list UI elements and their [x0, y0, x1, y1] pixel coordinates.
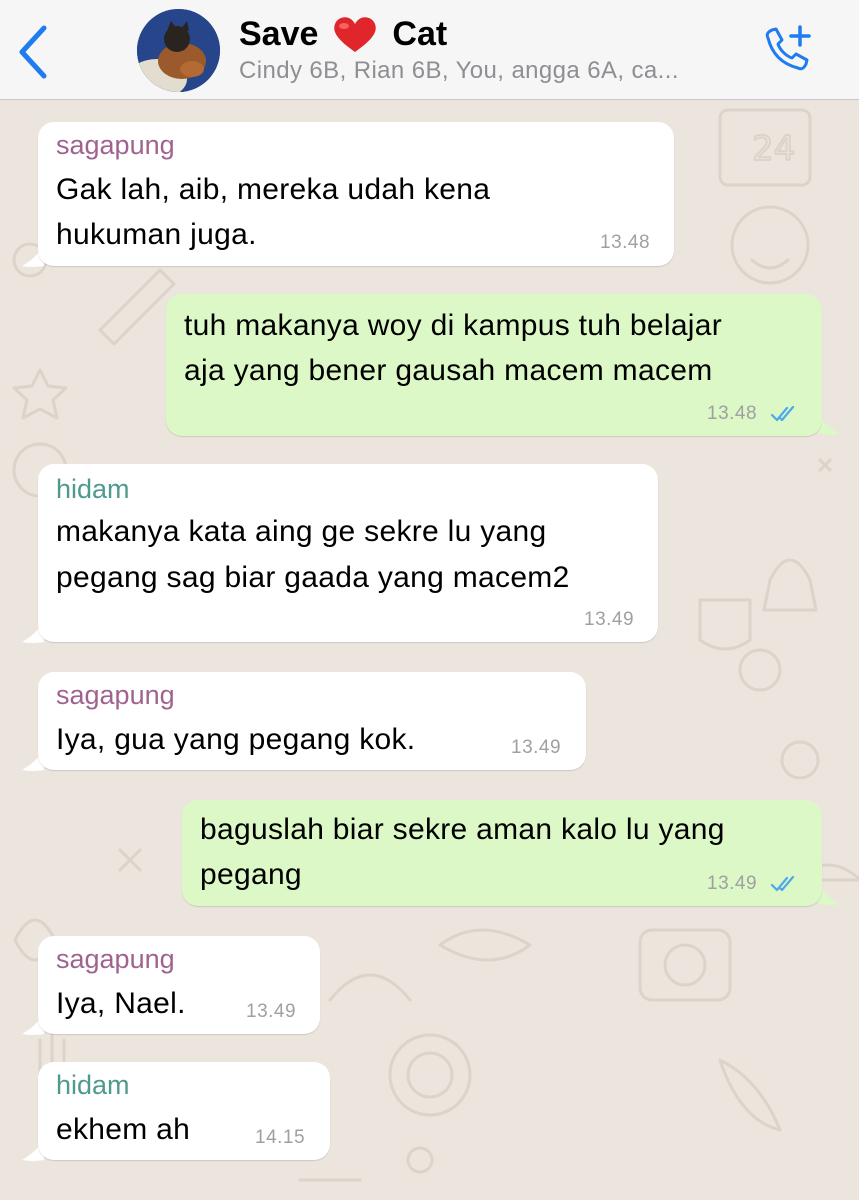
- read-ticks-icon: [770, 875, 795, 892]
- message-line: Iya, gua yang pegang kok.: [56, 723, 416, 756]
- message-time: 14.15: [255, 1127, 306, 1148]
- message-time: 13.48: [707, 403, 758, 424]
- message-bubble[interactable]: baguslah biar sekre aman kalo lu yang pe…: [182, 800, 822, 906]
- message-line: Gak lah, aib, mereka udah kena: [56, 173, 491, 206]
- message-time: 13.49: [707, 873, 758, 894]
- message-line: tuh makanya woy di kampus tuh belajar: [184, 309, 723, 342]
- message-time: 13.49: [584, 609, 635, 630]
- sender-name: hidam: [56, 474, 130, 504]
- message-bubble[interactable]: hidam ekhem ah 14.15: [38, 1062, 330, 1160]
- chat-title-part2: Cat: [392, 14, 448, 53]
- message-line: baguslah biar sekre aman kalo lu yang: [200, 813, 725, 846]
- message-bubble[interactable]: sagapung Gak lah, aib, mereka udah kena …: [38, 122, 674, 266]
- message-line: Iya, Nael.: [56, 987, 186, 1020]
- sender-name: sagapung: [56, 680, 175, 710]
- message-line: ekhem ah: [56, 1113, 191, 1146]
- red-heart-icon: [334, 17, 377, 52]
- message-time: 13.49: [511, 737, 562, 758]
- group-avatar[interactable]: [137, 9, 220, 92]
- message-line: hukuman juga.: [56, 218, 257, 251]
- svg-text:24: 24: [752, 129, 795, 169]
- message-time: 13.48: [600, 232, 651, 253]
- message-bubble[interactable]: hidam makanya kata aing ge sekre lu yang…: [38, 464, 658, 642]
- message-line: aja yang bener gausah macem macem: [184, 354, 713, 387]
- message-line: pegang: [200, 858, 302, 891]
- add-call-button[interactable]: [760, 24, 816, 76]
- read-ticks-icon: [770, 405, 795, 422]
- message-bubble[interactable]: tuh makanya woy di kampus tuh belajar aj…: [166, 294, 822, 436]
- message-time: 13.49: [246, 1001, 297, 1022]
- message-line: pegang sag biar gaada yang macem2: [56, 561, 570, 594]
- back-button[interactable]: [14, 24, 54, 80]
- message-bubble[interactable]: sagapung Iya, gua yang pegang kok. 13.49: [38, 672, 586, 770]
- chat-title[interactable]: Save Cat: [239, 14, 447, 54]
- chat-header: Save Cat Cindy 6B, Rian 6B, You, angga 6…: [0, 0, 859, 100]
- add-call-icon: [765, 25, 811, 71]
- sender-name: sagapung: [56, 130, 175, 160]
- group-members[interactable]: Cindy 6B, Rian 6B, You, angga 6A, ca...: [239, 57, 749, 85]
- chat-title-part1: Save: [239, 14, 319, 53]
- message-bubble[interactable]: sagapung Iya, Nael. 13.49: [38, 936, 320, 1034]
- sender-name: hidam: [56, 1070, 130, 1100]
- sender-name: sagapung: [56, 944, 175, 974]
- cat-photo: [137, 9, 220, 92]
- message-line: makanya kata aing ge sekre lu yang: [56, 515, 547, 548]
- chevron-left-icon: [19, 25, 47, 79]
